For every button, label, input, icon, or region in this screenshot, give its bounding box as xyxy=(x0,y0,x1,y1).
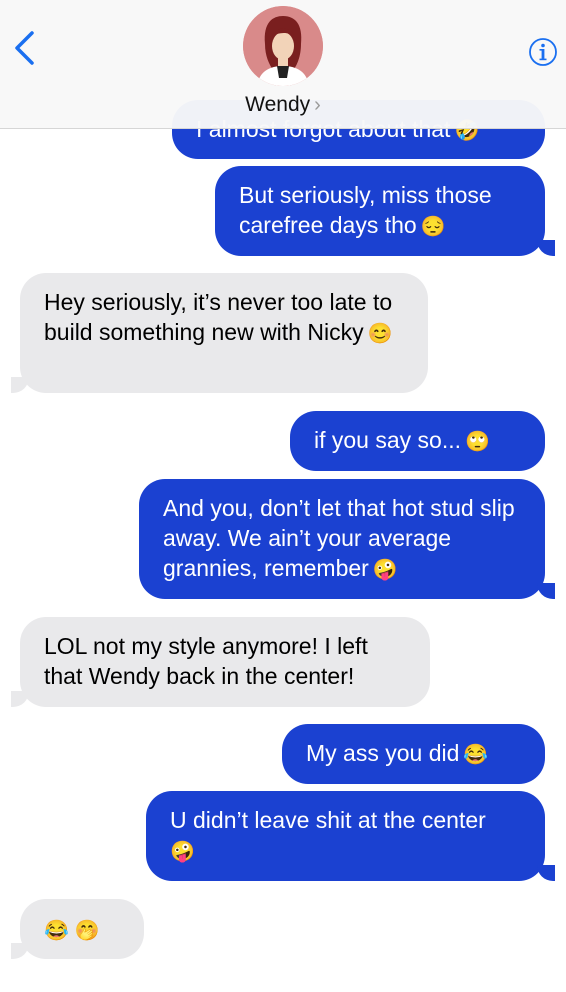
message-bubble-incoming[interactable]: LOL not my style anymore! I left that We… xyxy=(20,617,430,707)
avatar-illustration xyxy=(243,6,323,86)
message-bubble-outgoing[interactable]: U didn’t leave shit at the center 🤪 xyxy=(146,791,545,881)
message-emoji: 🙄 xyxy=(465,430,490,453)
conversation-header: Wendy › xyxy=(0,0,566,129)
message-emoji: 😔 xyxy=(420,215,446,238)
message-text: if you say so... xyxy=(314,427,462,453)
message-bubble-incoming[interactable]: 😂 🤭 xyxy=(20,899,144,959)
bubble-tail xyxy=(537,240,555,256)
contact-name: Wendy xyxy=(245,93,311,116)
message-emoji: 😂 🤭 xyxy=(44,919,100,942)
message-emoji: 😊 xyxy=(367,322,393,345)
message-emoji: 🤪 xyxy=(170,840,195,863)
info-icon[interactable] xyxy=(528,37,558,67)
avatar[interactable] xyxy=(243,6,323,86)
message-bubble-outgoing[interactable]: if you say so... 🙄 xyxy=(290,411,545,471)
message-bubble-outgoing[interactable]: And you, don’t let that hot stud slip aw… xyxy=(139,479,545,599)
bubble-tail xyxy=(11,377,29,393)
message-bubble-incoming[interactable]: Hey seriously, it’s never too late to bu… xyxy=(20,273,428,393)
message-emoji: 😂 xyxy=(463,743,489,766)
message-text: U didn’t leave shit at the center xyxy=(170,807,486,833)
message-text: But seriously, miss those carefree days … xyxy=(239,182,492,238)
message-text: Hey seriously, it’s never too late to bu… xyxy=(44,289,393,345)
message-bubble-outgoing[interactable]: My ass you did 😂 xyxy=(282,724,545,784)
message-emoji: 🤪 xyxy=(372,558,398,581)
bubble-tail xyxy=(537,583,555,599)
message-thread: I almost forgot about that 🤣 But seriousl… xyxy=(0,0,566,992)
chevron-left-icon[interactable] xyxy=(12,30,36,66)
bubble-tail xyxy=(537,865,555,881)
message-text: My ass you did xyxy=(306,740,460,766)
contact-name-button[interactable]: Wendy › xyxy=(0,93,566,117)
message-text: LOL not my style anymore! I left that We… xyxy=(44,633,368,689)
bubble-tail xyxy=(11,943,29,959)
message-bubble-outgoing[interactable]: But seriously, miss those carefree days … xyxy=(215,166,545,256)
chevron-right-icon: › xyxy=(314,94,321,116)
bubble-tail xyxy=(11,691,29,707)
message-text: And you, don’t let that hot stud slip aw… xyxy=(163,495,515,581)
